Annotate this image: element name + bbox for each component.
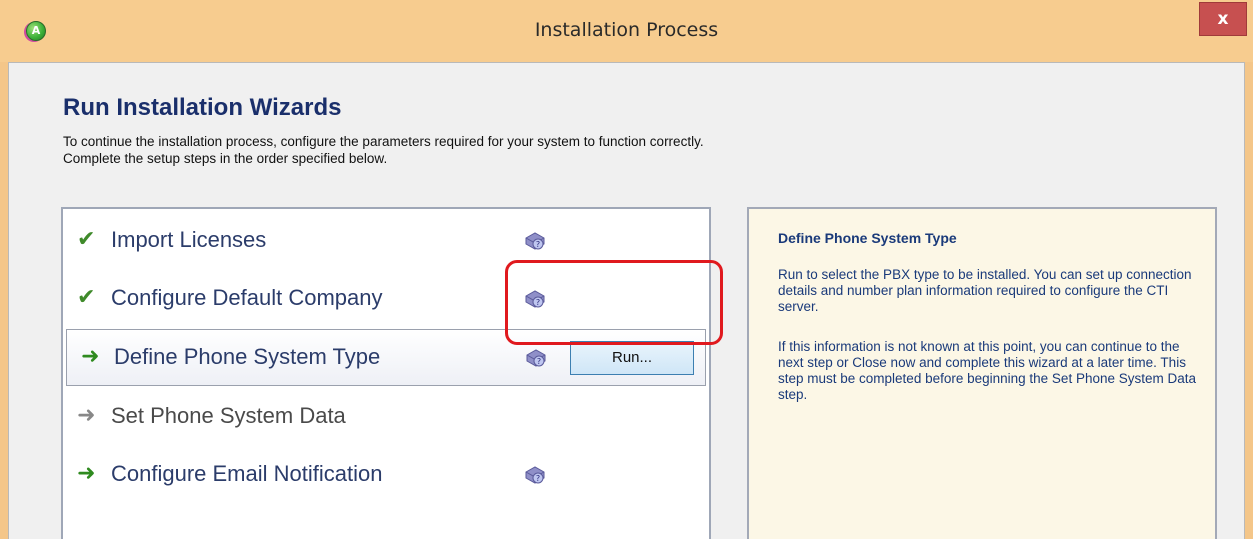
arrow-right-icon: ➜: [77, 461, 96, 486]
svg-text:?: ?: [536, 240, 540, 249]
close-icon: x: [1217, 9, 1229, 29]
page-title: Run Installation Wizards: [63, 94, 342, 121]
info-paragraph-1: Run to select the PBX type to be install…: [778, 267, 1192, 314]
arrow-right-icon: ➜: [81, 344, 100, 369]
step-label: Configure Email Notification: [111, 461, 383, 486]
page-description: To continue the installation process, co…: [63, 134, 704, 166]
step-label: Define Phone System Type: [114, 344, 381, 369]
svg-text:?: ?: [537, 357, 541, 366]
step-label: Set Phone System Data: [111, 403, 346, 428]
step-info-panel: Define Phone System Type Run to select t…: [747, 207, 1217, 539]
title-bar: A Installation Process x: [0, 0, 1253, 62]
help-icon[interactable]: ?: [524, 346, 548, 370]
highlight-annotation: [505, 260, 723, 345]
help-icon[interactable]: ?: [523, 463, 547, 487]
check-icon: ✔: [77, 227, 96, 252]
steps-list: ✔ Import Licenses ? ✔ Configure Default …: [61, 207, 711, 539]
step-label: Import Licenses: [111, 227, 267, 252]
help-icon[interactable]: ?: [523, 229, 547, 253]
step-set-phone-system-data: ➜ Set Phone System Data: [63, 389, 709, 446]
arrow-right-icon: ➜: [77, 403, 96, 428]
installer-window: A Installation Process x Run Installatio…: [0, 0, 1253, 539]
step-label: Configure Default Company: [111, 285, 383, 310]
run-button[interactable]: Run...: [570, 341, 694, 375]
check-icon: ✔: [77, 285, 96, 310]
info-title: Define Phone System Type: [778, 230, 957, 246]
info-paragraph-2: If this information is not known at this…: [778, 339, 1197, 402]
svg-text:?: ?: [536, 474, 540, 483]
step-configure-email-notification[interactable]: ➜ Configure Email Notification ?: [63, 447, 709, 504]
close-button[interactable]: x: [1199, 2, 1247, 36]
window-title: Installation Process: [534, 19, 719, 41]
